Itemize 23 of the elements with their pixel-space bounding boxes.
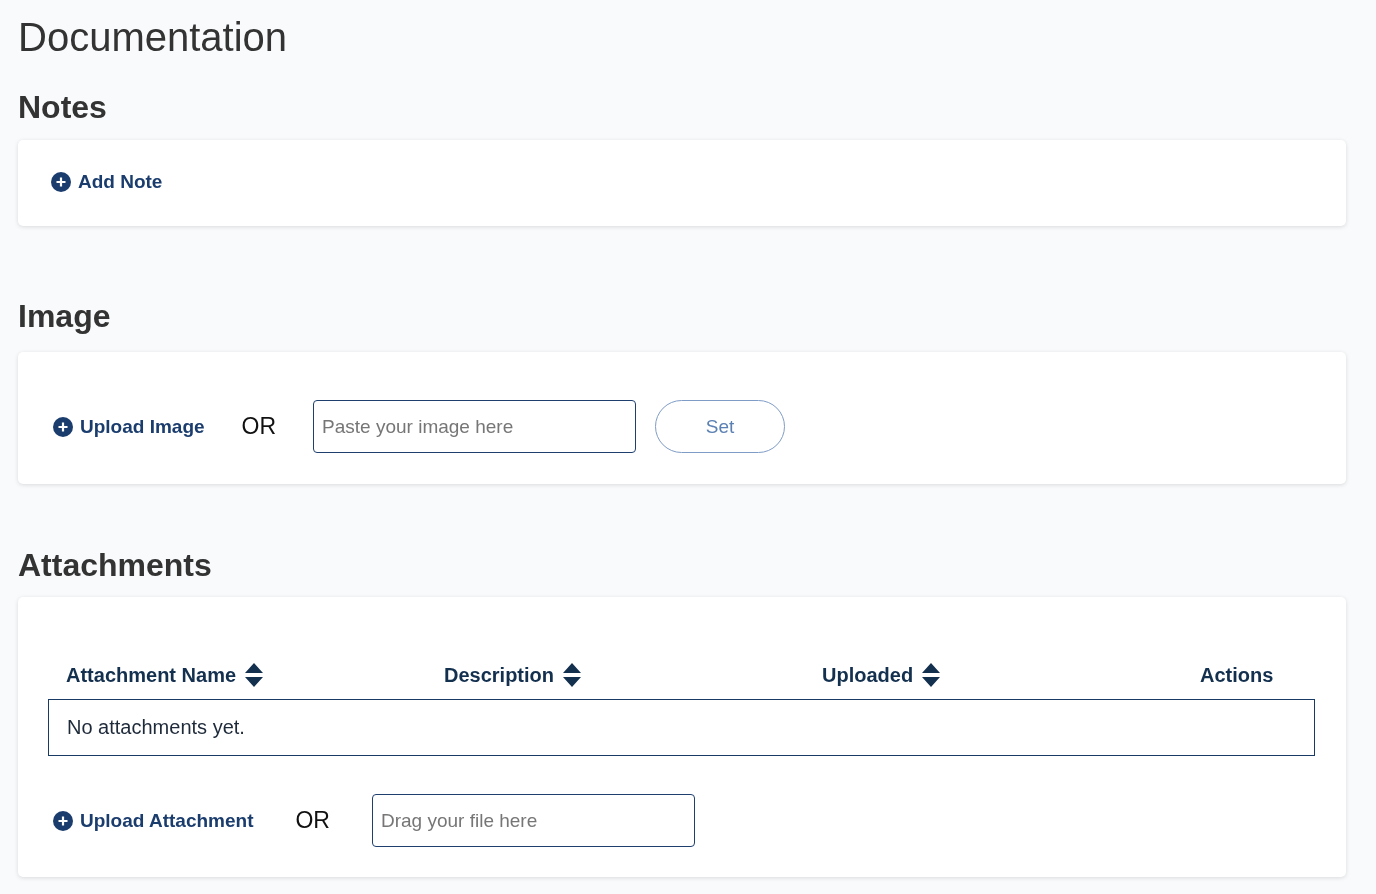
plus-circle-icon	[51, 172, 71, 192]
or-separator: OR	[295, 807, 330, 834]
upload-image-link[interactable]: Upload Image	[53, 412, 205, 441]
sort-icon[interactable]	[245, 663, 264, 687]
plus-circle-icon	[53, 810, 73, 831]
column-header[interactable]: Uploaded	[822, 663, 914, 687]
sort-icon[interactable]	[563, 663, 582, 687]
sort-icon[interactable]	[922, 663, 941, 687]
or-separator: OR	[241, 413, 277, 440]
column-header: Actions	[1200, 663, 1274, 687]
column-header[interactable]: Description	[444, 663, 555, 687]
add-note-link[interactable]: Add Note	[51, 168, 163, 196]
section-heading: Image	[18, 297, 112, 336]
column-header[interactable]: Attachment Name	[66, 663, 237, 687]
set-button[interactable]: Set	[655, 400, 786, 453]
section-heading: Notes	[18, 88, 108, 127]
paste-image-field[interactable]: Paste your image here	[313, 400, 637, 453]
section-heading: Attachments	[18, 546, 213, 585]
empty-message: No attachments yet.	[67, 716, 245, 739]
file-drop-field[interactable]: Drag your file here	[371, 794, 695, 847]
upload-attachment-link[interactable]: Upload Attachment	[53, 806, 254, 835]
plus-circle-icon	[53, 416, 73, 437]
page-title: Documentation	[18, 14, 289, 60]
